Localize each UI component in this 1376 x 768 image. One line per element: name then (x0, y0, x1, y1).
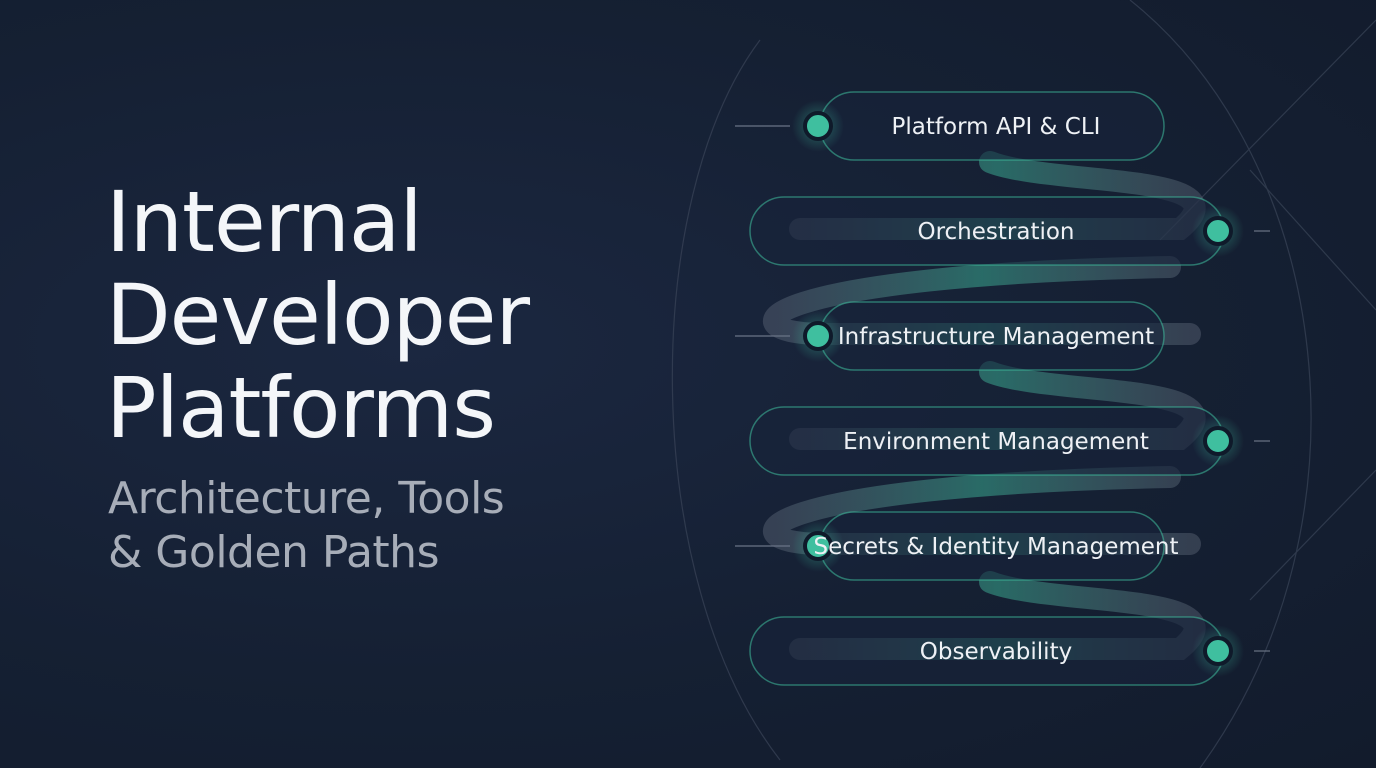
layer-node (1203, 216, 1233, 246)
layer-environment-management: Environment Management (749, 406, 1270, 476)
slide: Internal Developer Platforms Architectur… (0, 0, 1376, 768)
layer-label: Environment Management (843, 429, 1149, 455)
layer-observability: Observability (749, 616, 1270, 686)
layer-node (1203, 636, 1233, 666)
platform-layer-diagram: Platform API & CLI Orchestration Infrastru… (671, 0, 1376, 768)
layer-label: Orchestration (917, 219, 1074, 245)
layer-node (803, 321, 833, 351)
layer-label: Platform API & CLI (892, 114, 1101, 140)
layer-label: Secrets & Identity Management (813, 534, 1178, 560)
layer-platform-api-and-cli: Platform API & CLI (735, 91, 1165, 161)
layer-node (803, 111, 833, 141)
layer-orchestration: Orchestration (749, 196, 1270, 266)
layer-node (1203, 426, 1233, 456)
layer-label: Observability (920, 639, 1072, 665)
layer-label: Infrastructure Management (838, 324, 1154, 350)
